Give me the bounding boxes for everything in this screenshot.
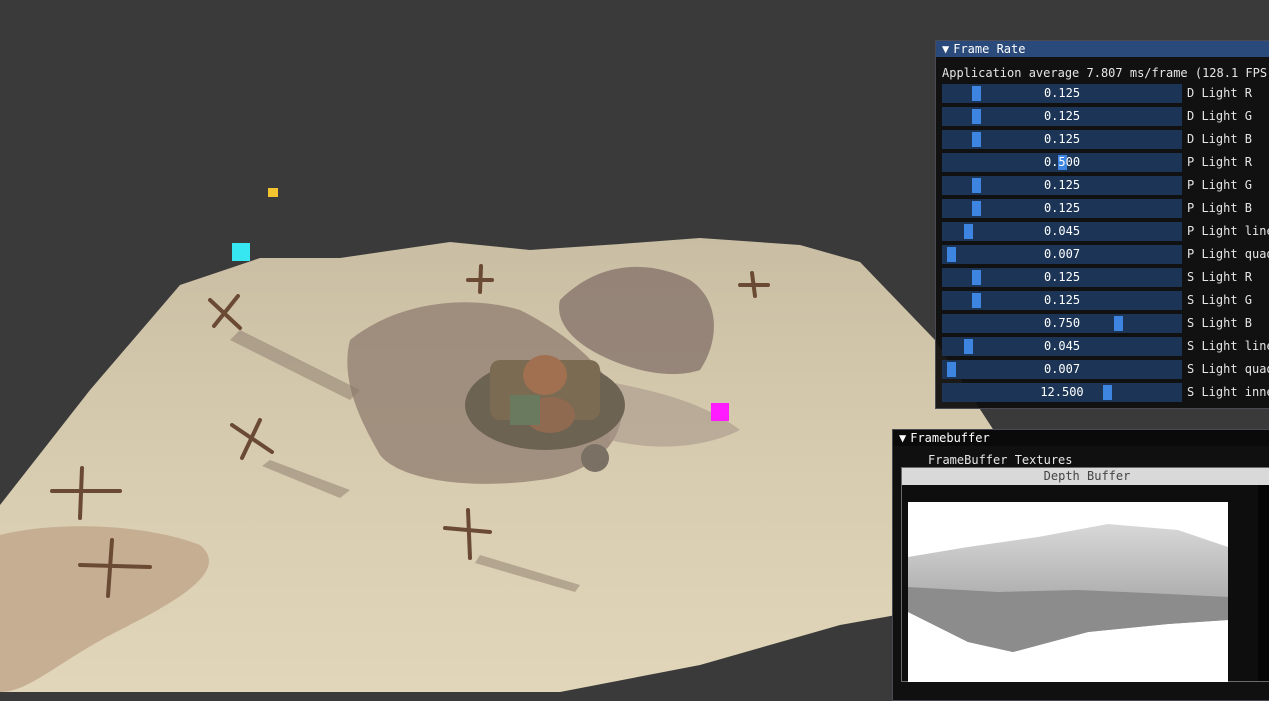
slider-track[interactable]: 0.045 <box>942 337 1182 356</box>
slider-row[interactable]: 12.500 S Light inne <box>942 383 1269 402</box>
slider-value: 0.125 <box>1043 201 1081 215</box>
collapse-arrow-icon[interactable]: ▼ <box>942 41 949 57</box>
slider-track[interactable]: 0.750 <box>942 314 1182 333</box>
slider-value: 0.125 <box>1043 270 1081 284</box>
slider-value: 0.750 <box>1043 316 1081 330</box>
slider-track[interactable]: 0.007 <box>942 360 1182 379</box>
slider-value: 12.500 <box>1040 385 1084 399</box>
slider-track[interactable]: 12.500 <box>942 383 1182 402</box>
slider-value: 0.125 <box>1043 86 1081 100</box>
slider-track[interactable]: 0.125 <box>942 291 1182 310</box>
frame-rate-window[interactable]: ▼ Frame Rate Application average 7.807 ms… <box>935 40 1269 409</box>
slider-row[interactable]: 0.007 S Light quad <box>942 360 1269 379</box>
slider-row[interactable]: 0.125 D Light B <box>942 130 1269 149</box>
slider-row[interactable]: 0.125 S Light R <box>942 268 1269 287</box>
slider-row[interactable]: 0.045 S Light line <box>942 337 1269 356</box>
slider-label: P Light G <box>1187 178 1253 192</box>
framebuffer-window[interactable]: ▼ Framebuffer FrameBuffer Textures Depth … <box>892 429 1269 701</box>
slider-row[interactable]: 0.500 P Light R <box>942 153 1269 172</box>
slider-track[interactable]: 0.500 <box>942 153 1182 172</box>
slider-label: S Light B <box>1187 316 1253 330</box>
slider-label: S Light quad <box>1187 362 1269 376</box>
slider-track[interactable]: 0.125 <box>942 176 1182 195</box>
slider-label: P Light quad <box>1187 247 1269 261</box>
slider-label: D Light B <box>1187 132 1253 146</box>
slider-value: 0.125 <box>1043 109 1081 123</box>
slider-label: S Light G <box>1187 293 1253 307</box>
framebuffer-textures-label: FrameBuffer Textures <box>928 453 1073 467</box>
slider-track[interactable]: 0.125 <box>942 84 1182 103</box>
slider-value: 0.045 <box>1043 224 1081 238</box>
frame-stats-text: Application average 7.807 ms/frame (128.… <box>942 66 1269 80</box>
slider-track[interactable]: 0.125 <box>942 268 1182 287</box>
slider-track[interactable]: 0.125 <box>942 199 1182 218</box>
slider-label: S Light inne <box>1187 385 1269 399</box>
depth-buffer-panel[interactable]: Depth Buffer <box>901 467 1269 682</box>
framebuffer-title: Framebuffer <box>910 431 990 445</box>
slider-track[interactable]: 0.045 <box>942 222 1182 241</box>
slider-row[interactable]: 0.750 S Light B <box>942 314 1269 333</box>
scrollbar[interactable] <box>1258 485 1269 681</box>
slider-row[interactable]: 0.045 P Light line <box>942 222 1269 241</box>
slider-row[interactable]: 0.125 P Light G <box>942 176 1269 195</box>
slider-label: P Light line <box>1187 224 1269 238</box>
frame-rate-titlebar[interactable]: ▼ Frame Rate <box>936 41 1269 57</box>
slider-track[interactable]: 0.125 <box>942 130 1182 149</box>
light-cube-cyan <box>232 243 250 261</box>
framebuffer-titlebar[interactable]: ▼ Framebuffer <box>893 430 1269 446</box>
slider-row[interactable]: 0.007 P Light quad <box>942 245 1269 264</box>
slider-value: 0.007 <box>1043 362 1081 376</box>
slider-row[interactable]: 0.125 D Light G <box>942 107 1269 126</box>
light-cube-yellow <box>268 188 278 197</box>
slider-value: 0.007 <box>1043 247 1081 261</box>
slider-label: D Light R <box>1187 86 1253 100</box>
slider-value: 0.125 <box>1043 293 1081 307</box>
frame-rate-title: Frame Rate <box>953 42 1026 56</box>
depth-buffer-title: Depth Buffer <box>902 468 1269 485</box>
slider-value: 0.045 <box>1043 339 1081 353</box>
slider-label: S Light R <box>1187 270 1253 284</box>
light-cube-magenta <box>711 403 729 421</box>
slider-label: D Light G <box>1187 109 1253 123</box>
slider-row[interactable]: 0.125 S Light G <box>942 291 1269 310</box>
slider-track[interactable]: 0.125 <box>942 107 1182 126</box>
slider-value: 0.125 <box>1043 132 1081 146</box>
slider-value: 0.500 <box>1043 155 1081 169</box>
slider-label: S Light line <box>1187 339 1269 353</box>
slider-label: P Light B <box>1187 201 1253 215</box>
collapse-arrow-icon[interactable]: ▼ <box>899 430 906 446</box>
slider-value: 0.125 <box>1043 178 1081 192</box>
slider-row[interactable]: 0.125 P Light B <box>942 199 1269 218</box>
slider-label: P Light R <box>1187 155 1253 169</box>
slider-row[interactable]: 0.125 D Light R <box>942 84 1269 103</box>
depth-buffer-image <box>908 502 1228 682</box>
slider-track[interactable]: 0.007 <box>942 245 1182 264</box>
